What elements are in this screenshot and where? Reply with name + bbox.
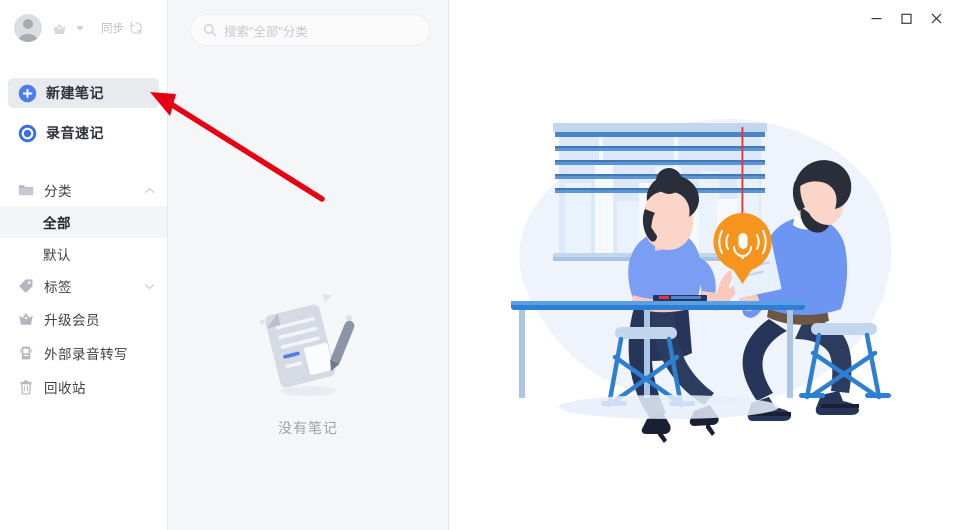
menu-item-upgrade-label: 升级会员 [44,313,100,328]
search-icon [204,24,217,37]
note-list-panel: 搜索"全部"分类 没有笔记 [168,0,449,530]
crown-upgrade-icon [19,313,33,325]
trash-icon [20,380,32,395]
menu-item-recycle-bin[interactable]: 回收站 [0,370,167,404]
sync-control[interactable]: 同步 [101,20,143,36]
record-circle-icon [18,124,37,142]
menu-item-external-transcribe-label: 外部录音转写 [44,347,128,362]
quick-record-button[interactable]: 录音速记 [8,118,159,148]
menu-item-external-transcribe[interactable]: 外部录音转写 [0,336,167,370]
search-input[interactable]: 搜索"全部"分类 [224,21,308,40]
crown-icon[interactable] [52,22,67,35]
app-window: 同步 新建笔记 录音速记 分类 全部 默认 标签 升级会员 外部录音转写 回收站… [0,0,960,530]
audio-file-icon [19,346,33,360]
category-item-all[interactable]: 全部 [0,206,167,238]
refresh-icon[interactable] [129,21,143,35]
sync-label: 同步 [101,23,124,35]
minimize-icon [871,17,881,19]
window-controls [862,6,950,30]
sidebar: 同步 新建笔记 录音速记 分类 全部 默认 标签 升级会员 外部录音转写 回收站 [0,0,168,530]
empty-note-document-icon [259,294,355,396]
quick-record-label: 录音速记 [46,125,104,141]
user-avatar-icon[interactable] [14,14,42,42]
empty-state-label: 没有笔记 [278,420,338,436]
folder-icon [18,185,34,196]
close-button[interactable] [922,6,950,30]
floor-shadow [559,395,779,419]
section-tags-label: 标签 [44,280,72,295]
plus-circle-icon [18,84,37,102]
chevron-up-icon[interactable] [144,185,155,196]
menu-item-upgrade[interactable]: 升级会员 [0,302,167,336]
laptop [653,295,707,301]
account-row[interactable]: 同步 [0,0,167,56]
main-pane [449,0,960,530]
new-note-label: 新建笔记 [46,85,104,101]
search-box[interactable]: 搜索"全部"分类 [190,14,430,46]
close-icon [931,13,941,23]
maximize-button[interactable] [892,6,920,30]
section-tags[interactable]: 标签 [0,270,167,302]
maximize-icon [900,13,912,24]
category-item-default[interactable]: 默认 [0,238,167,270]
chevron-down-icon[interactable] [75,23,85,33]
empty-state: 没有笔记 [168,275,448,438]
interview-recording-illustration [511,118,892,443]
minimize-button[interactable] [862,6,890,30]
section-categories[interactable]: 分类 [0,174,167,206]
menu-item-recycle-bin-label: 回收站 [44,381,86,396]
chevron-down-icon[interactable] [144,281,155,292]
section-categories-label: 分类 [44,184,72,199]
new-note-button[interactable]: 新建笔记 [8,78,159,108]
tag-icon [19,279,33,293]
